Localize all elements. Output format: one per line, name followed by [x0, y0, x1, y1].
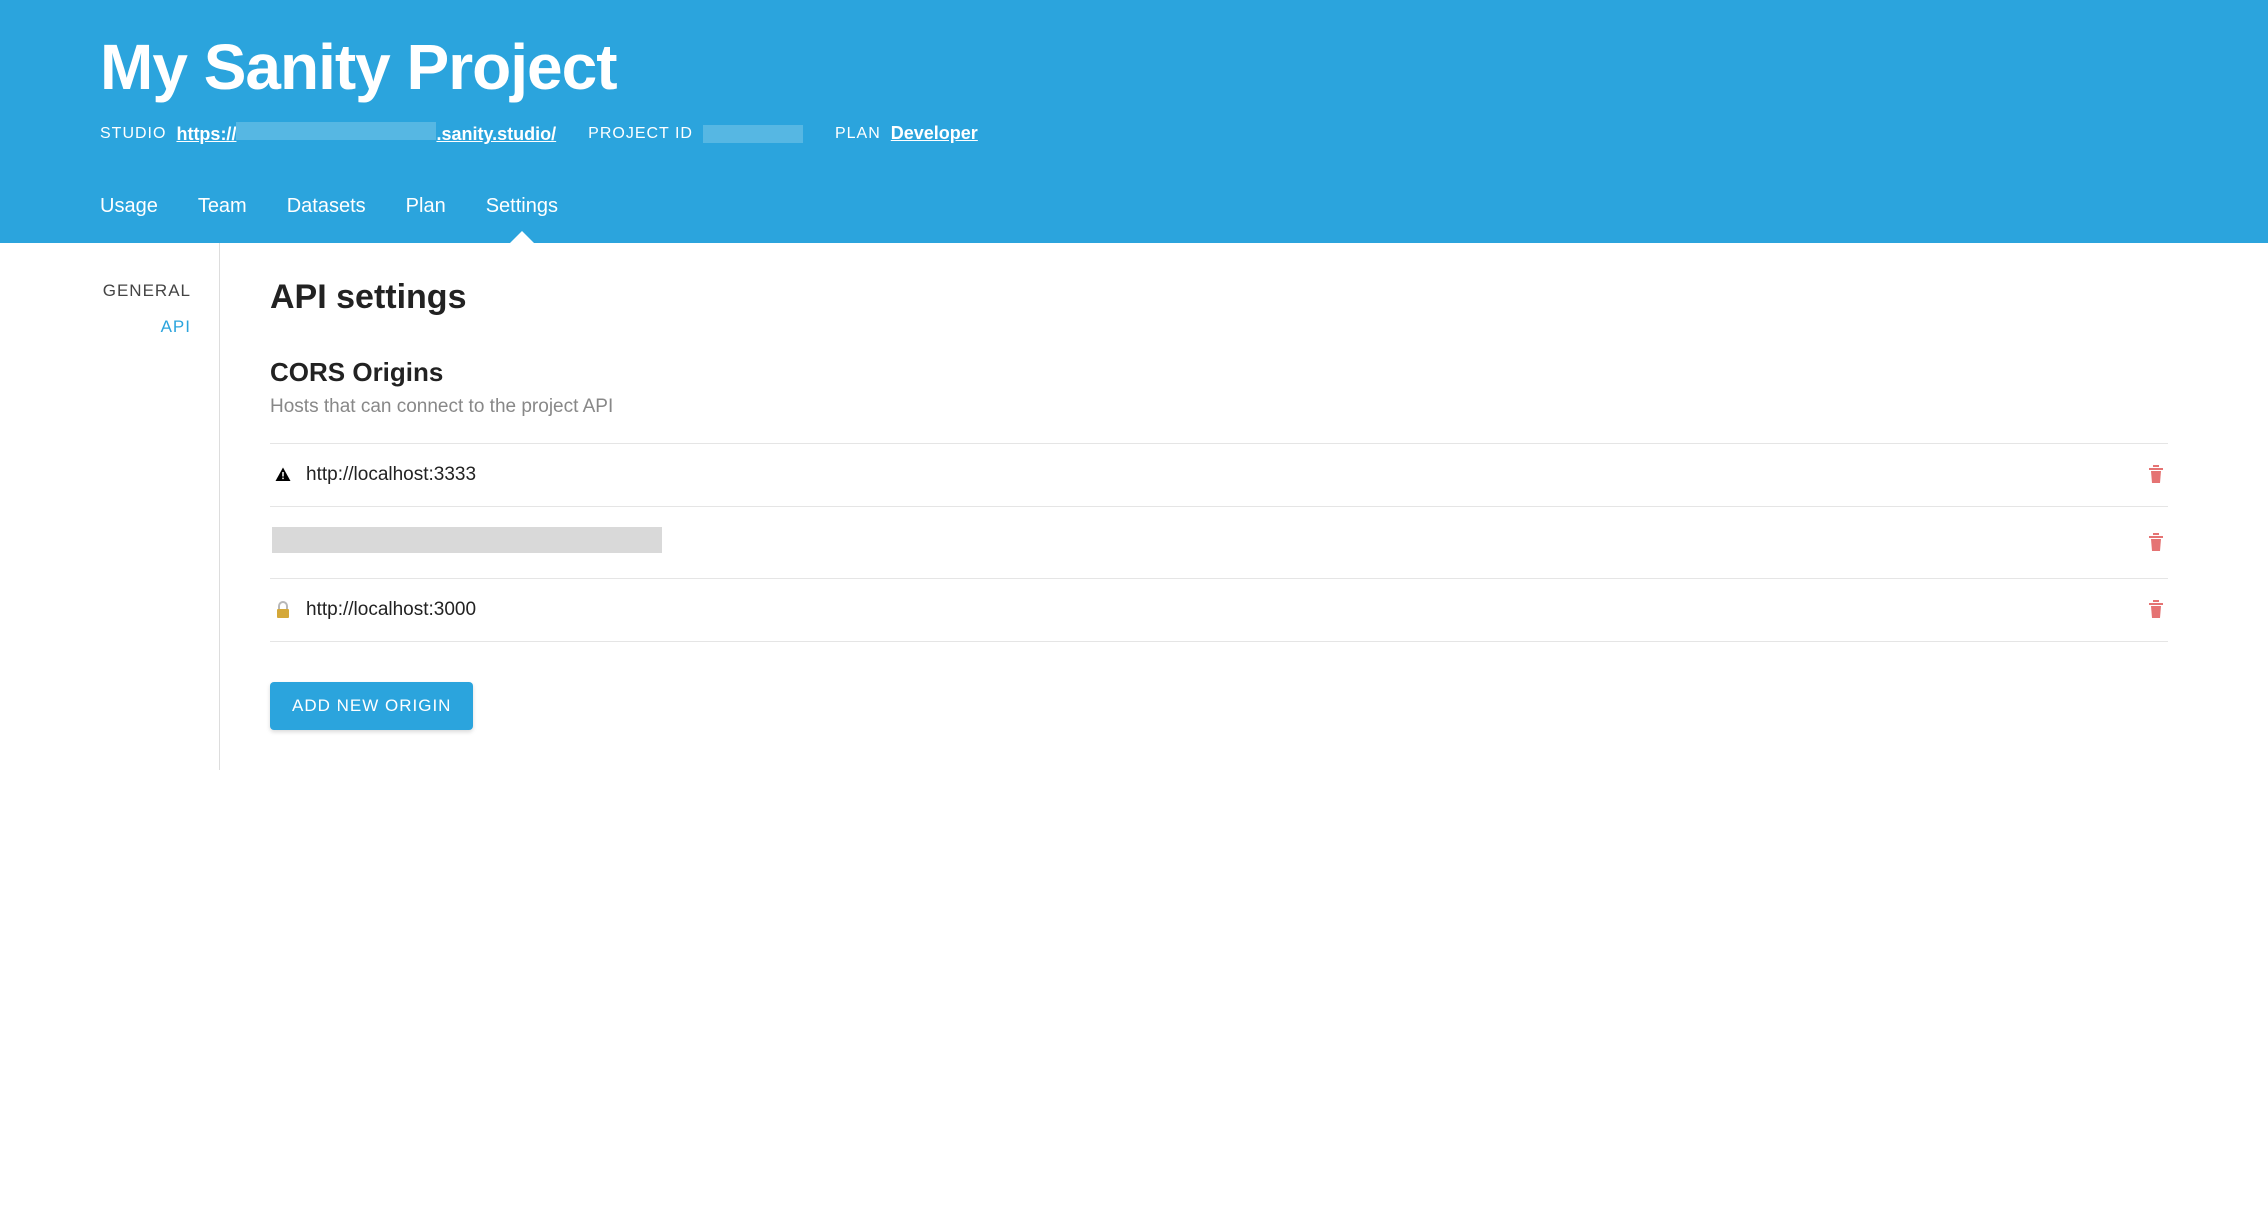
cors-origin-row: [270, 507, 2168, 579]
project-meta: STUDIO https:// .sanity.studio/ PROJECT I…: [100, 122, 2168, 145]
studio-url-link[interactable]: https:// .sanity.studio/: [176, 122, 556, 145]
cors-origin-list: http://localhost:3333 http://localhost:3…: [270, 443, 2168, 642]
cors-description: Hosts that can connect to the project AP…: [270, 396, 2168, 418]
sidebar-item-general[interactable]: GENERAL: [100, 273, 191, 309]
studio-label: STUDIO: [100, 125, 166, 143]
page-title: API settings: [270, 278, 2168, 317]
delete-origin-button[interactable]: [2148, 465, 2166, 485]
tab-usage[interactable]: Usage: [100, 195, 158, 243]
add-new-origin-button[interactable]: ADD NEW ORIGIN: [270, 682, 473, 730]
studio-url-prefix: https://: [176, 124, 236, 145]
settings-sidebar: GENERAL API: [100, 243, 220, 770]
project-title: My Sanity Project: [100, 30, 2168, 104]
cors-origin-row: http://localhost:3333: [270, 444, 2168, 507]
cors-title: CORS Origins: [270, 357, 2168, 388]
lock-icon: [272, 601, 294, 619]
plan-link[interactable]: Developer: [891, 123, 978, 144]
project-id-label: PROJECT ID: [588, 125, 693, 143]
plan-label: PLAN: [835, 125, 881, 143]
tab-plan[interactable]: Plan: [406, 195, 446, 243]
warning-icon: [272, 466, 294, 484]
tab-datasets[interactable]: Datasets: [287, 195, 366, 243]
cors-origin-url: http://localhost:3333: [306, 464, 2148, 486]
studio-url-suffix: .sanity.studio/: [436, 124, 556, 145]
project-header: My Sanity Project STUDIO https:// .sanity…: [0, 0, 2268, 243]
cors-origin-row: http://localhost:3000: [270, 579, 2168, 642]
delete-origin-button[interactable]: [2148, 600, 2166, 620]
cors-origin-url: http://localhost:3000: [306, 599, 2148, 621]
sidebar-item-api[interactable]: API: [100, 309, 191, 345]
tabs: Usage Team Datasets Plan Settings: [100, 195, 2168, 243]
redacted-origin: [272, 527, 2148, 558]
main-content: API settings CORS Origins Hosts that can…: [220, 243, 2168, 770]
tab-settings[interactable]: Settings: [486, 195, 558, 243]
redacted-studio-host: [236, 122, 436, 140]
delete-origin-button[interactable]: [2148, 533, 2166, 553]
tab-team[interactable]: Team: [198, 195, 247, 243]
redacted-project-id: [703, 125, 803, 143]
